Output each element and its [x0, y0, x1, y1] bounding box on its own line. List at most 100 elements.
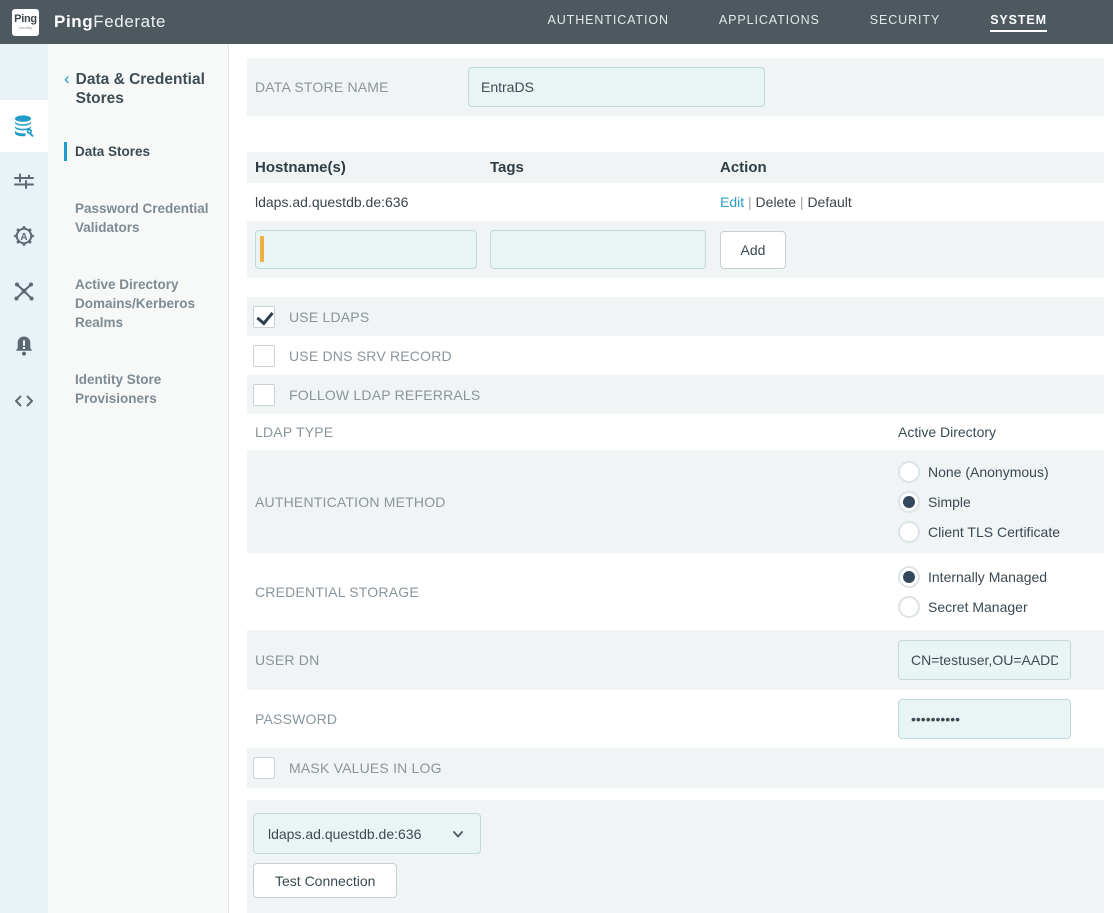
rail-item-sliders[interactable] [0, 155, 48, 207]
chevron-down-icon [450, 826, 466, 842]
col-tags: Tags [490, 159, 720, 176]
radio-simple[interactable]: Simple [898, 491, 1096, 513]
app-title-regular: Federate [93, 12, 166, 31]
use-dns-srv-checkbox[interactable] [253, 345, 275, 367]
hostname-cell: ldaps.ad.questdb.de:636 [255, 194, 490, 210]
ldap-type-label: LDAP TYPE [255, 424, 333, 440]
top-nav: AUTHENTICATION APPLICATIONS SECURITY SYS… [548, 13, 1048, 32]
new-hostname-input[interactable] [255, 230, 477, 269]
subnav-item-identity-store-provisioners[interactable]: Identity Store Provisioners [64, 370, 216, 408]
follow-ldap-referrals-row: FOLLOW LDAP REFERRALS [247, 375, 1104, 414]
nav-applications[interactable]: APPLICATIONS [719, 13, 820, 32]
app-title-bold: Ping [54, 12, 93, 31]
mask-values-row: MASK VALUES IN LOG [247, 748, 1104, 788]
subnav-title: ‹ Data & Credential Stores [64, 70, 216, 108]
radio-label: None (Anonymous) [928, 464, 1049, 480]
app-header: Ping Identity PingFederate AUTHENTICATIO… [0, 0, 1113, 44]
data-store-name-input[interactable] [468, 67, 765, 107]
data-store-name-row: DATA STORE NAME [247, 58, 1104, 116]
user-dn-input[interactable] [898, 640, 1071, 680]
nav-system[interactable]: SYSTEM [990, 13, 1047, 32]
ping-identity-logo[interactable]: Ping Identity [12, 9, 39, 36]
main-content: DATA STORE NAME Hostname(s) Tags Action … [229, 44, 1113, 913]
radio-client-tls-certificate[interactable]: Client TLS Certificate [898, 521, 1096, 543]
subnav-title-text: Data & Credential Stores [76, 70, 216, 108]
use-ldaps-label: USE LDAPS [289, 309, 369, 325]
subnav-item-data-stores[interactable]: Data Stores [64, 142, 216, 161]
radio-circle [898, 461, 920, 483]
default-link[interactable]: Default [807, 194, 851, 210]
use-dns-srv-row: USE DNS SRV RECORD [247, 336, 1104, 375]
action-separator: | [748, 194, 752, 210]
nav-security[interactable]: SECURITY [870, 13, 940, 32]
rail-item-alerts[interactable] [0, 320, 48, 372]
authentication-method-label: AUTHENTICATION METHOD [255, 494, 446, 510]
rail-item-data-stores[interactable] [0, 100, 48, 152]
follow-ldap-referrals-checkbox[interactable] [253, 384, 275, 406]
radio-circle [898, 491, 920, 513]
text-cursor-caret [260, 236, 264, 262]
delete-link[interactable]: Delete [756, 194, 796, 210]
row-actions: Edit | Delete | Default [720, 194, 1096, 210]
nav-authentication[interactable]: AUTHENTICATION [548, 13, 669, 32]
logo-text: Ping [14, 14, 37, 25]
radio-internally-managed[interactable]: Internally Managed [898, 566, 1096, 588]
edit-link[interactable]: Edit [720, 194, 744, 210]
database-key-icon [11, 113, 37, 139]
subnav-list: Data Stores Password Credential Validato… [64, 142, 216, 408]
rail-item-network[interactable] [0, 265, 48, 317]
network-nodes-icon [12, 279, 36, 303]
chevron-left-icon[interactable]: ‹ [64, 70, 70, 108]
authentication-method-options: None (Anonymous) Simple Client TLS Certi… [898, 459, 1096, 545]
follow-ldap-referrals-label: FOLLOW LDAP REFERRALS [289, 387, 480, 403]
mask-values-checkbox[interactable] [253, 757, 275, 779]
user-dn-label: USER DN [255, 652, 319, 668]
col-hostnames: Hostname(s) [255, 159, 490, 176]
user-dn-row: USER DN [247, 630, 1104, 690]
radio-label: Simple [928, 494, 971, 510]
radio-none-anonymous[interactable]: None (Anonymous) [898, 461, 1096, 483]
gear-a-icon: A [12, 224, 36, 248]
password-input[interactable] [898, 699, 1071, 739]
radio-secret-manager[interactable]: Secret Manager [898, 596, 1096, 618]
bell-alert-icon [12, 334, 36, 358]
subnav-panel: ‹ Data & Credential Stores Data Stores P… [48, 44, 229, 913]
hostname-select-value: ldaps.ad.questdb.de:636 [268, 826, 421, 842]
radio-label: Internally Managed [928, 569, 1047, 585]
use-dns-srv-label: USE DNS SRV RECORD [289, 348, 452, 364]
radio-circle [898, 566, 920, 588]
add-button[interactable]: Add [720, 231, 786, 269]
password-label: PASSWORD [255, 711, 337, 727]
test-connection-button[interactable]: Test Connection [253, 863, 397, 898]
table-row: ldaps.ad.questdb.de:636 Edit | Delete | … [247, 183, 1104, 221]
ldap-type-value: Active Directory [898, 424, 1096, 440]
new-tags-input[interactable] [490, 230, 706, 269]
mask-values-label: MASK VALUES IN LOG [289, 760, 442, 776]
test-connection-section: ldaps.ad.questdb.de:636 Test Connection [247, 800, 1104, 913]
action-separator: | [800, 194, 804, 210]
logo-subtext: Identity [19, 26, 32, 30]
hostname-select[interactable]: ldaps.ad.questdb.de:636 [253, 813, 481, 854]
use-ldaps-row: USE LDAPS [247, 297, 1104, 336]
rail-item-code[interactable] [0, 375, 48, 427]
use-ldaps-checkbox[interactable] [253, 306, 275, 328]
icon-rail: A [0, 44, 48, 913]
hostnames-table-header: Hostname(s) Tags Action [247, 152, 1104, 183]
radio-circle [898, 596, 920, 618]
credential-storage-options: Internally Managed Secret Manager [898, 564, 1096, 620]
add-hostname-row: Add [247, 221, 1104, 278]
radio-circle [898, 521, 920, 543]
ldap-type-row: LDAP TYPE Active Directory [247, 414, 1104, 450]
sliders-icon [12, 169, 36, 193]
app-title: PingFederate [54, 12, 166, 32]
col-action: Action [720, 159, 1096, 176]
credential-storage-row: CREDENTIAL STORAGE Internally Managed Se… [247, 553, 1104, 630]
rail-item-gear[interactable]: A [0, 210, 48, 262]
authentication-method-row: AUTHENTICATION METHOD None (Anonymous) S… [247, 450, 1104, 553]
radio-label: Client TLS Certificate [928, 524, 1060, 540]
radio-label: Secret Manager [928, 599, 1028, 615]
credential-storage-label: CREDENTIAL STORAGE [255, 584, 419, 600]
subnav-item-password-credential-validators[interactable]: Password Credential Validators [64, 199, 216, 237]
password-row: PASSWORD [247, 690, 1104, 748]
subnav-item-ad-domains-kerberos-realms[interactable]: Active Directory Domains/Kerberos Realms [64, 275, 216, 332]
